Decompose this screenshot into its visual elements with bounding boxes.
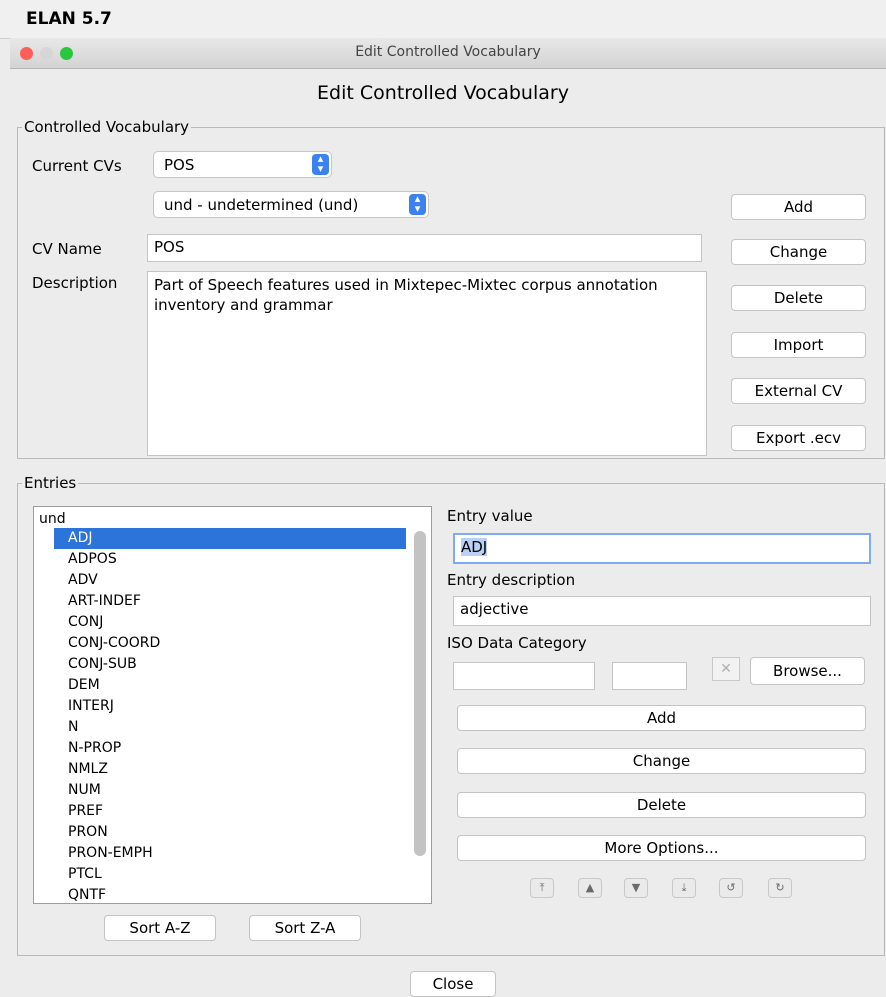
iso-id-field[interactable] (612, 662, 687, 690)
entries-legend: Entries (24, 474, 77, 492)
list-item[interactable]: QNTF (54, 885, 406, 903)
list-item[interactable]: N (54, 717, 406, 738)
list-header: und (39, 511, 66, 527)
list-item[interactable]: CONJ (54, 612, 406, 633)
current-cv-select[interactable]: POS ▴ ▾ (153, 151, 332, 178)
list-scrollbar[interactable] (414, 531, 426, 856)
cv-name-label: CV Name (32, 240, 102, 258)
entry-delete-button[interactable]: Delete (457, 792, 866, 818)
language-select[interactable]: und - undetermined (und) ▴ ▾ (153, 191, 429, 218)
more-options-button[interactable]: More Options... (457, 835, 866, 861)
list-item[interactable]: ADJ (54, 528, 406, 549)
move-up-icon[interactable]: ▲ (578, 878, 602, 898)
list-item[interactable]: DEM (54, 675, 406, 696)
list-item[interactable]: CONJ-COORD (54, 633, 406, 654)
list-item[interactable]: CONJ-SUB (54, 654, 406, 675)
undo-icon[interactable]: ↺ (719, 878, 743, 898)
redo-icon[interactable]: ↻ (768, 878, 792, 898)
list-item[interactable]: PREF (54, 801, 406, 822)
close-button[interactable]: Close (410, 971, 496, 997)
move-to-top-icon[interactable]: ⤒ (530, 878, 554, 898)
clear-category-icon[interactable]: ✕ (712, 657, 740, 681)
browse-button[interactable]: Browse... (750, 657, 865, 685)
current-cv-value: POS (164, 156, 195, 174)
app-name: ELAN 5.7 (26, 9, 112, 29)
cv-delete-button[interactable]: Delete (731, 285, 866, 311)
entries-list[interactable]: und ADJ ADPOS ADV ART-INDEF CONJ CONJ-CO… (33, 506, 432, 904)
list-item[interactable]: PRON (54, 822, 406, 843)
export-ecv-button[interactable]: Export .ecv (731, 425, 866, 451)
cv-change-button[interactable]: Change (731, 239, 866, 265)
current-cvs-label: Current CVs (32, 157, 122, 175)
cv-legend: Controlled Vocabulary (24, 118, 190, 136)
cv-add-button[interactable]: Add (731, 194, 866, 220)
language-value: und - undetermined (und) (164, 196, 359, 214)
iso-category-label: ISO Data Category (447, 634, 587, 652)
window-titlebar: Edit Controlled Vocabulary (10, 38, 886, 69)
entry-value-text: ADJ (461, 538, 488, 556)
description-textarea[interactable]: Part of Speech features used in Mixtepec… (147, 271, 707, 456)
move-to-bottom-icon[interactable]: ⤓ (672, 878, 696, 898)
entry-change-button[interactable]: Change (457, 748, 866, 774)
list-item[interactable]: ADPOS (54, 549, 406, 570)
list-item[interactable]: NMLZ (54, 759, 406, 780)
entry-add-button[interactable]: Add (457, 705, 866, 731)
external-cv-button[interactable]: External CV (731, 378, 866, 404)
sort-az-button[interactable]: Sort A-Z (104, 915, 216, 941)
sort-za-button[interactable]: Sort Z-A (249, 915, 361, 941)
move-down-icon[interactable]: ▼ (624, 878, 648, 898)
list-item[interactable]: PTCL (54, 864, 406, 885)
select-arrows-icon: ▴ ▾ (409, 193, 426, 215)
entry-description-field[interactable]: adjective (453, 596, 871, 626)
entry-value-field[interactable]: ADJ (453, 533, 871, 564)
list-item[interactable]: PRON-EMPH (54, 843, 406, 864)
cv-import-button[interactable]: Import (731, 332, 866, 358)
entry-description-label: Entry description (447, 571, 576, 589)
list-item[interactable]: INTERJ (54, 696, 406, 717)
dialog-heading: Edit Controlled Vocabulary (317, 82, 569, 104)
entry-value-label: Entry value (447, 507, 533, 525)
window-title: Edit Controlled Vocabulary (355, 44, 541, 60)
list-item[interactable]: N-PROP (54, 738, 406, 759)
description-label: Description (32, 274, 118, 292)
cv-name-field[interactable]: POS (147, 234, 702, 262)
select-arrows-icon: ▴ ▾ (312, 153, 329, 175)
list-item[interactable]: NUM (54, 780, 406, 801)
app-menubar: ELAN 5.7 (0, 0, 886, 39)
list-item[interactable]: ADV (54, 570, 406, 591)
iso-category-field[interactable] (453, 662, 595, 690)
list-item[interactable]: ART-INDEF (54, 591, 406, 612)
